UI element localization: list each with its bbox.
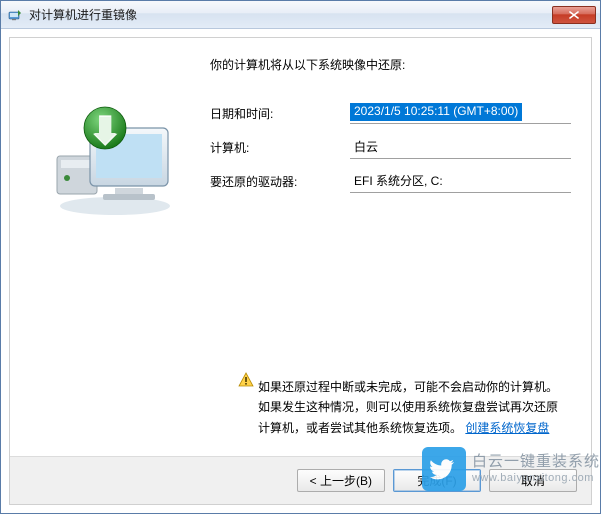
- wizard-graphic: [30, 56, 200, 367]
- warning-block: 如果还原过程中断或未完成，可能不会启动你的计算机。 如果发生这种情况，则可以使用…: [10, 377, 591, 456]
- value-datetime: 2023/1/5 10:25:11 (GMT+8:00): [350, 103, 522, 121]
- row-datetime: 日期和时间: 2023/1/5 10:25:11 (GMT+8:00): [210, 103, 571, 123]
- row-computer: 计算机: 白云: [210, 137, 571, 157]
- intro-text: 你的计算机将从以下系统映像中还原:: [210, 56, 571, 73]
- cancel-button[interactable]: 取消: [489, 469, 577, 492]
- close-button[interactable]: [552, 6, 596, 24]
- main-area: 你的计算机将从以下系统映像中还原: 日期和时间: 2023/1/5 10:25:…: [10, 38, 591, 377]
- value-drives: EFI 系统分区, C:: [350, 170, 571, 193]
- info-area: 你的计算机将从以下系统映像中还原: 日期和时间: 2023/1/5 10:25:…: [200, 56, 571, 367]
- finish-button[interactable]: 完成(F): [393, 469, 481, 492]
- back-button[interactable]: < 上一步(B): [297, 469, 385, 492]
- titlebar: 对计算机进行重镜像: [1, 1, 600, 29]
- warning-line1: 如果还原过程中断或未完成，可能不会启动你的计算机。: [258, 380, 558, 394]
- restore-image-icon: [45, 98, 185, 218]
- app-icon: [7, 7, 23, 23]
- create-recovery-disk-link[interactable]: 创建系统恢复盘: [465, 421, 549, 435]
- label-computer: 计算机:: [210, 139, 350, 156]
- label-drives: 要还原的驱动器:: [210, 173, 350, 190]
- content-panel: 你的计算机将从以下系统映像中还原: 日期和时间: 2023/1/5 10:25:…: [9, 37, 592, 505]
- warning-text: 如果还原过程中断或未完成，可能不会启动你的计算机。 如果发生这种情况，则可以使用…: [258, 377, 559, 438]
- close-icon: [569, 11, 579, 19]
- window-title: 对计算机进行重镜像: [29, 6, 552, 23]
- reimage-dialog: 对计算机进行重镜像: [0, 0, 601, 514]
- button-bar: < 上一步(B) 完成(F) 取消: [10, 456, 591, 504]
- value-computer: 白云: [350, 136, 571, 159]
- warning-icon: [238, 372, 254, 388]
- row-drives: 要还原的驱动器: EFI 系统分区, C:: [210, 171, 571, 191]
- label-datetime: 日期和时间:: [210, 105, 350, 122]
- value-datetime-wrap: 2023/1/5 10:25:11 (GMT+8:00): [350, 103, 571, 124]
